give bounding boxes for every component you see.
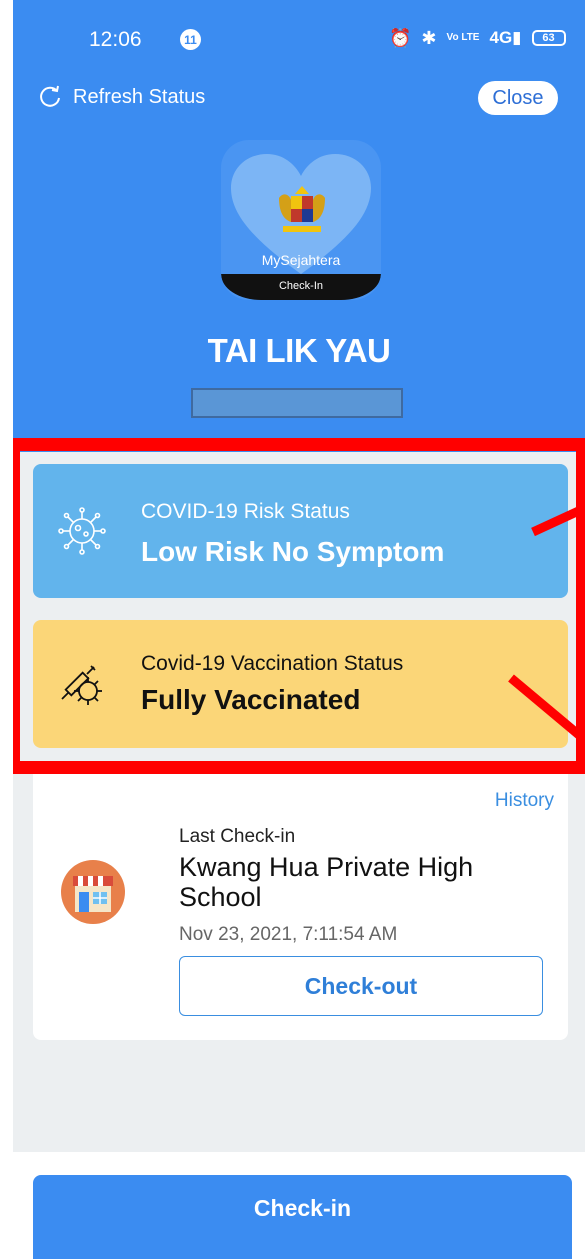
virus-icon (58, 507, 106, 555)
checkin-button[interactable]: Check-in (33, 1175, 572, 1259)
coat-of-arms-icon (279, 186, 325, 232)
history-link[interactable]: History (495, 790, 554, 812)
shop-icon (61, 860, 125, 924)
logo-checkin-strip: Check-In (221, 274, 381, 300)
alarm-icon: ⏰ (389, 27, 412, 48)
network-type: 4G (489, 28, 513, 47)
last-checkin-label: Last Check-in (179, 826, 296, 847)
status-icons: ⏰ ✱ Vo LTE 4G▮ 63 (389, 26, 566, 50)
logo-app-name: MySejahtera (261, 252, 341, 268)
app-logo: MySejahtera Check-In (221, 140, 381, 300)
battery-icon: 63 (531, 30, 566, 46)
user-name: TAI LIK YAU (207, 332, 391, 369)
risk-status-card[interactable]: COVID-19 Risk Status Low Risk No Symptom (33, 464, 568, 598)
refresh-status-button[interactable]: Refresh Status (37, 84, 205, 110)
vaccination-status-label: Covid-19 Vaccination Status (141, 652, 404, 675)
checkin-place: Kwang Hua Private High School (179, 852, 474, 912)
risk-status-label: COVID-19 Risk Status (141, 500, 350, 523)
vaccination-status-card[interactable]: Covid-19 Vaccination Status Fully Vaccin… (33, 620, 568, 748)
syringe-virus-icon (61, 665, 102, 705)
redacted-id-field (191, 388, 403, 418)
checkin-timestamp: Nov 23, 2021, 7:11:54 AM (179, 924, 398, 945)
refresh-label: Refresh Status (73, 85, 206, 108)
vaccination-status-value: Fully Vaccinated (141, 684, 361, 715)
signal-icon: 4G▮ (489, 28, 522, 47)
volte-icon: Vo LTE (446, 32, 480, 43)
status-bar: 12:06 11 ⏰ ✱ Vo LTE 4G▮ 63 (13, 0, 585, 80)
risk-status-value: Low Risk No Symptom (141, 536, 445, 567)
refresh-icon (40, 85, 60, 107)
checkout-button[interactable]: Check-out (179, 956, 543, 1016)
status-time: 12:06 (89, 28, 142, 51)
bluetooth-icon: ✱ (421, 27, 437, 48)
close-button[interactable]: Close (478, 81, 558, 115)
last-checkin-card: History Last Check-in Kwang Hua Private … (33, 774, 568, 1040)
app-screen: 12:06 11 ⏰ ✱ Vo LTE 4G▮ 63 Refresh Statu… (13, 0, 585, 1259)
notification-badge: 11 (180, 29, 201, 50)
